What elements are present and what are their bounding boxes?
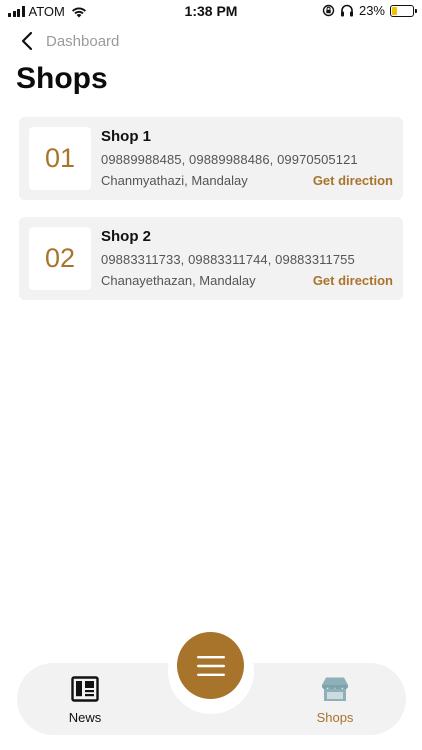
shop-card[interactable]: 02 Shop 2 09883311733, 09883311744, 0988… — [19, 217, 403, 300]
back-button[interactable]: Dashboard — [20, 30, 119, 52]
shop-number: 01 — [29, 127, 91, 190]
shop-list: 01 Shop 1 09889988485, 09889988486, 0997… — [19, 117, 403, 317]
menu-button[interactable] — [177, 632, 244, 699]
shop-number: 02 — [29, 227, 91, 290]
shop-address: Chanayethazan, Mandalay — [101, 273, 256, 288]
status-bar: ATOM 1:38 PM 23% — [0, 0, 422, 22]
get-direction-link[interactable]: Get direction — [313, 273, 393, 288]
hamburger-menu-icon — [196, 655, 225, 676]
rotation-lock-icon — [322, 4, 335, 17]
headphones-icon — [340, 4, 353, 17]
shop-phones: 09889988485, 09889988486, 09970505121 — [101, 152, 358, 167]
news-icon — [71, 676, 99, 702]
page-title: Shops — [16, 62, 108, 95]
battery-fill — [392, 6, 397, 15]
get-direction-link[interactable]: Get direction — [313, 173, 393, 188]
chevron-left-icon — [21, 31, 33, 51]
status-right: 23% — [322, 3, 417, 18]
nav-label-news: News — [68, 710, 102, 725]
store-icon — [322, 677, 348, 701]
battery-icon — [390, 4, 417, 17]
nav-item-news[interactable]: News — [45, 676, 125, 725]
shop-phones: 09883311733, 09883311744, 09883311755 — [101, 252, 355, 267]
nav-label-shops: Shops — [316, 710, 354, 725]
shop-name: Shop 1 — [101, 128, 152, 145]
back-label: Dashboard — [46, 32, 120, 50]
shop-name: Shop 2 — [101, 228, 152, 245]
nav-item-shops[interactable]: Shops — [295, 676, 375, 725]
battery-percent: 23% — [358, 3, 385, 18]
shop-card[interactable]: 01 Shop 1 09889988485, 09889988486, 0997… — [19, 117, 403, 200]
shop-address: Chanmyathazi, Mandalay — [101, 173, 248, 188]
